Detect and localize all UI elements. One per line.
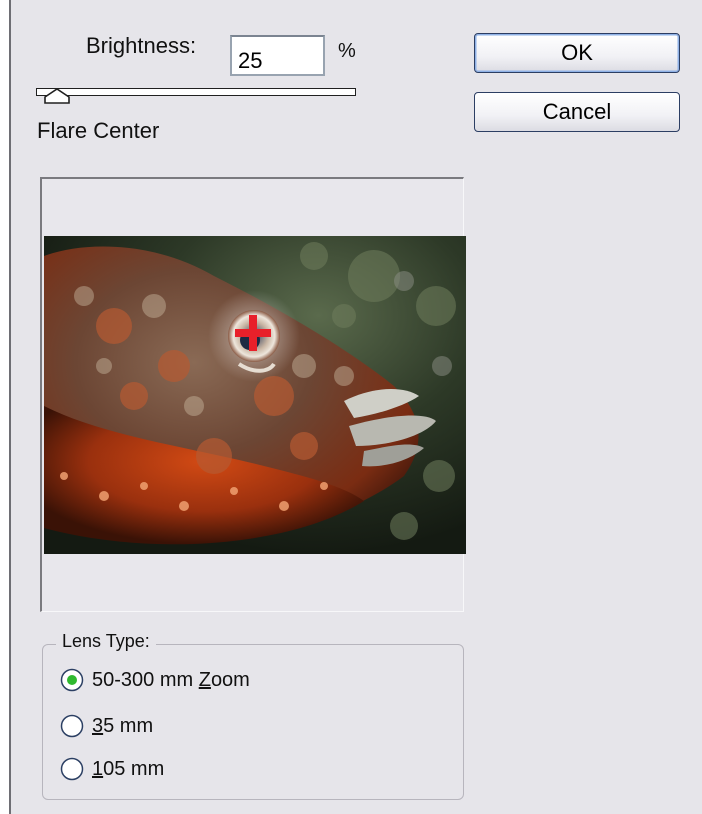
brightness-unit-label: % [338,40,356,62]
flare-center-crosshair-icon[interactable] [233,313,273,353]
brightness-input[interactable] [230,35,325,76]
brightness-slider-thumb[interactable] [44,88,70,104]
left-edge-divider [0,0,11,814]
flare-center-label: Flare Center [37,118,160,143]
lens-type-legend: Lens Type: [56,631,156,652]
radio-unselected-icon[interactable] [60,757,84,781]
lens-option-50-300-zoom[interactable]: 50-300 mm Zoom [60,665,250,695]
lens-option-label: 105 mm [92,757,165,780]
lens-option-35mm[interactable]: 35 mm [60,711,153,741]
radio-selected-icon[interactable] [60,668,84,692]
ok-button[interactable]: OK [474,33,680,73]
flare-preview-image[interactable] [44,236,466,554]
brightness-slider-track[interactable] [36,88,356,96]
lens-option-label: 50-300 mm Zoom [92,668,250,691]
radio-unselected-icon[interactable] [60,714,84,738]
cancel-button[interactable]: Cancel [474,92,680,132]
lens-option-105mm[interactable]: 105 mm [60,754,164,784]
brightness-label: Brightness: [86,33,197,58]
lens-option-label: 35 mm [92,714,154,737]
